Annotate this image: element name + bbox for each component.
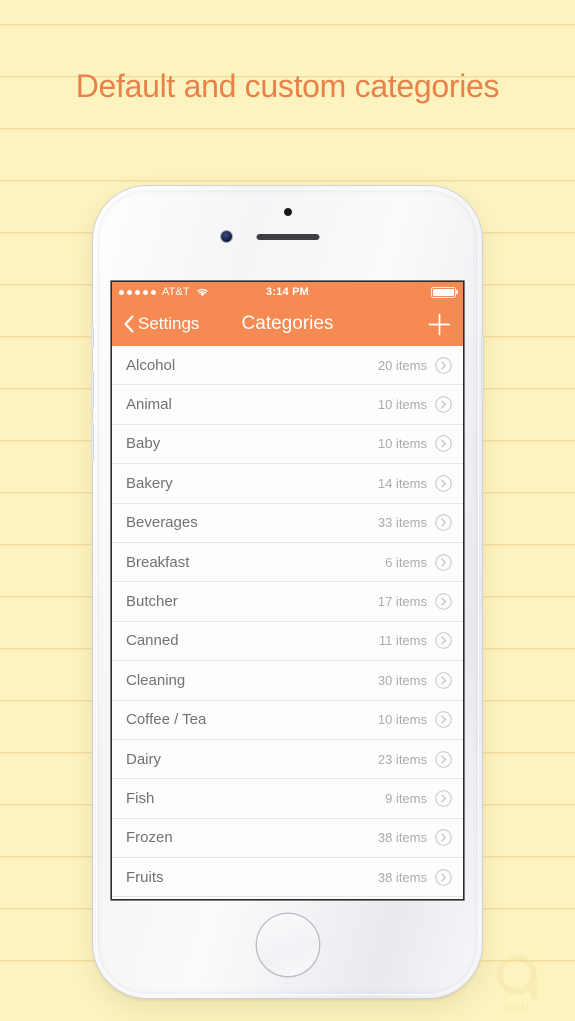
category-item-count: 6 items: [385, 554, 427, 570]
chevron-right-circle-icon: [435, 750, 452, 768]
chevron-right-circle-icon: [435, 553, 452, 571]
navigation-bar: Settings Categories: [112, 302, 463, 346]
category-row[interactable]: Canned 11 items: [112, 621, 463, 662]
category-name: Cleaning: [126, 671, 186, 689]
chevron-right-circle-icon: [435, 672, 452, 689]
category-item-count: 33 items: [377, 515, 427, 531]
category-row[interactable]: Fish 9 items: [112, 779, 463, 819]
category-item-count: 23 items: [377, 751, 427, 767]
category-name: Bakery: [126, 474, 173, 492]
category-row[interactable]: Dairy 23 items: [112, 739, 463, 780]
status-bar: AT&T 3:14 PM: [112, 282, 463, 302]
category-name: Baby: [126, 435, 161, 453]
category-row[interactable]: Beverages 33 items: [112, 503, 463, 543]
chevron-left-icon: [124, 315, 134, 333]
category-row[interactable]: Bakery 14 items: [112, 464, 463, 504]
category-item-count: 11 items: [378, 633, 427, 649]
chevron-right-circle-icon: [435, 632, 452, 650]
category-item-count: 10 items: [377, 712, 427, 728]
category-row[interactable]: [112, 897, 463, 899]
chevron-right-circle-icon: [435, 435, 452, 453]
front-camera-icon: [221, 231, 232, 242]
category-row[interactable]: Alcohol 20 items: [112, 346, 463, 386]
wifi-icon: [196, 288, 208, 297]
category-row[interactable]: Coffee / Tea 10 items: [112, 700, 463, 740]
back-button-label: Settings: [138, 314, 200, 333]
category-name: Fruits: [126, 868, 164, 886]
chevron-right-circle-icon: [435, 829, 452, 847]
category-row[interactable]: Fruits 38 items: [112, 858, 463, 898]
category-name: Coffee / Tea: [126, 711, 207, 729]
category-row[interactable]: Frozen 38 items: [112, 818, 463, 859]
category-name: Butcher: [126, 593, 178, 611]
battery-icon: [431, 286, 458, 298]
category-row[interactable]: Cleaning 30 items: [112, 661, 463, 701]
page-headline: Default and custom categories: [75, 68, 500, 104]
iphone-device-mockup: AT&T 3:14 PM Settings Categories Alcohol…: [91, 186, 484, 998]
volume-up-button[interactable]: [91, 370, 94, 410]
proximity-sensor-icon: [283, 208, 292, 216]
category-name: Frozen: [126, 829, 173, 847]
category-name: Beverages: [126, 514, 198, 532]
category-list[interactable]: Alcohol 20 items Animal 10 items Baby 10 item…: [112, 346, 463, 899]
home-button[interactable]: [256, 914, 319, 976]
category-name: Canned: [126, 632, 179, 650]
carrier-label: AT&T: [162, 286, 190, 298]
category-name: Animal: [126, 396, 172, 414]
chevron-right-circle-icon: [435, 593, 452, 610]
add-category-button[interactable]: [427, 312, 452, 337]
earpiece-speaker-icon: [256, 234, 319, 240]
chevron-right-circle-icon: [435, 514, 452, 531]
power-button[interactable]: [481, 336, 484, 398]
chevron-right-circle-icon: [435, 790, 452, 807]
category-name: Breakfast: [126, 553, 190, 571]
category-name: Dairy: [126, 750, 162, 768]
category-item-count: 10 items: [377, 436, 427, 452]
phone-screen: AT&T 3:14 PM Settings Categories Alcohol…: [112, 282, 463, 899]
back-button[interactable]: Settings: [123, 314, 199, 334]
chevron-right-circle-icon: [435, 711, 452, 728]
category-name: Fish: [126, 789, 155, 807]
chevron-right-circle-icon: [435, 475, 452, 492]
category-row[interactable]: Breakfast 6 items: [112, 542, 463, 583]
category-item-count: 38 items: [377, 869, 427, 885]
volume-down-button[interactable]: [91, 422, 94, 462]
category-item-count: 10 items: [377, 397, 427, 413]
category-item-count: 14 items: [377, 475, 427, 491]
signal-strength-icon: [119, 289, 156, 295]
category-item-count: 17 items: [377, 594, 427, 610]
category-row[interactable]: Butcher 17 items: [112, 582, 463, 622]
category-item-count: 30 items: [377, 672, 427, 688]
category-row[interactable]: Animal 10 items: [112, 385, 463, 425]
chevron-right-circle-icon: [435, 396, 452, 413]
category-item-count: 38 items: [377, 830, 427, 846]
category-item-count: 9 items: [385, 790, 427, 806]
chevron-right-circle-icon: [435, 869, 452, 886]
category-name: Alcohol: [126, 356, 176, 374]
silent-switch[interactable]: [91, 326, 94, 348]
chevron-right-circle-icon: [435, 356, 452, 374]
category-item-count: 20 items: [377, 357, 427, 373]
category-row[interactable]: Baby 10 items: [112, 424, 463, 465]
